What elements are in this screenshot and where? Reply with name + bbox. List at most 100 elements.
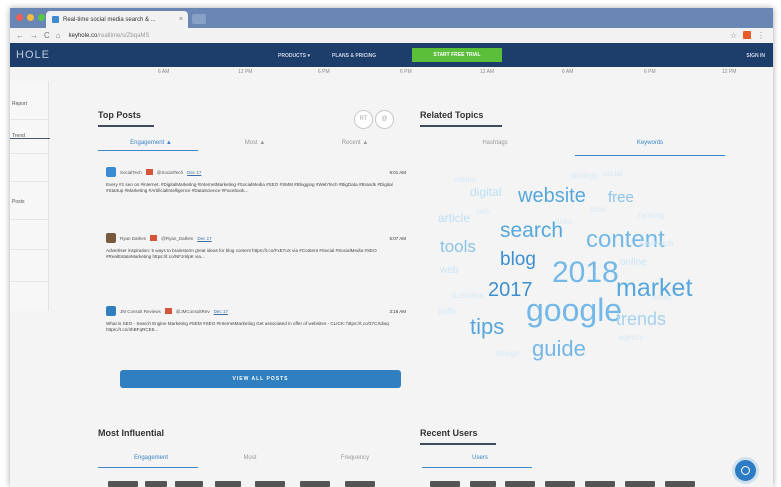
view-all-posts-button[interactable]: VIEW ALL POSTS [120,370,401,388]
user-avatar[interactable] [665,481,695,487]
start-free-trial-button[interactable]: START FREE TRIAL [412,48,502,62]
new-tab-button[interactable] [192,14,206,24]
user-avatar[interactable] [505,481,535,487]
timeline-tick: 6 PM [318,69,330,75]
site-logo[interactable]: HOLE [16,49,50,61]
keyword-trends[interactable]: trends [616,310,666,328]
user-avatar[interactable] [470,481,496,487]
tab-engagement-influential[interactable]: Engagement [106,455,196,461]
most-influential-title: Most Influential [98,428,164,438]
url-field[interactable]: keyhole.co/realtime/s/ZbqaMS [69,33,150,39]
keyword-seo[interactable]: seo [476,208,489,216]
close-tab-icon[interactable]: × [179,16,183,23]
keyword-keywords[interactable]: keywords [640,240,674,248]
keyword-local[interactable]: local [590,206,606,214]
timeline-tick: 6 PM [400,69,412,75]
keyword-links[interactable]: links [556,218,572,226]
keyword-blog[interactable]: blog [500,250,536,269]
tab-hashtags[interactable]: Hashtags [440,140,550,146]
reload-icon[interactable]: C [44,31,50,40]
avatar [106,306,116,316]
user-avatar[interactable] [585,481,615,487]
influencer-avatar[interactable] [108,481,138,487]
post-date-link[interactable]: Dec 17 [214,309,228,314]
tab-most-influential[interactable]: Most [210,455,290,461]
post-author[interactable]: JM Consult Reviews [120,309,161,314]
extension-icon[interactable] [743,31,751,39]
forward-icon[interactable]: → [30,31,38,40]
keyword-web[interactable]: web [440,266,458,276]
sidebar-divider [10,181,48,182]
close-window-icon[interactable] [16,14,23,21]
influencer-avatar[interactable] [215,481,241,487]
post-time: 9:01 AM [389,169,406,175]
keyword-strategy[interactable]: strategy [570,172,598,180]
tab-keywords[interactable]: Keywords [580,140,720,146]
keyword-agency[interactable]: agency [618,334,644,342]
post-author[interactable]: Ryan Dathen [120,236,146,241]
keyword-media[interactable]: media [454,176,476,184]
browser-menu-icon[interactable]: ⋮ [757,31,765,40]
nav-plans-pricing[interactable]: PLANS & PRICING [332,53,376,59]
tab-recent[interactable]: Recent ▲ [310,140,400,146]
chat-icon [741,466,750,475]
post-author[interactable]: SocialTech [120,170,142,175]
influencer-avatar[interactable] [345,481,375,487]
influencer-avatar[interactable] [145,481,167,487]
keyword-social[interactable]: social [602,170,622,178]
tab-users[interactable]: Users [430,455,530,461]
user-avatar[interactable] [545,481,575,487]
timeline-axis: 6 AM 12 PM 6 PM 6 PM 12 AM 6 AM 6 PM 12 … [50,67,770,81]
sidebar-divider [10,281,48,282]
keyword-tools[interactable]: tools [440,238,476,255]
keyword-traffic[interactable]: traffic [438,308,457,316]
back-icon[interactable]: ← [16,31,24,40]
home-icon[interactable]: ⌂ [56,31,61,40]
retweet-filter-button[interactable]: RT [354,110,373,129]
left-sidebar: Report Trend Posts [10,81,49,311]
sign-in-link[interactable]: SIGN IN [746,53,765,59]
keyword-cloud: website free search content tools blog 2018 201… [430,158,740,378]
nav-products[interactable]: PRODUCTS ▾ [278,53,310,59]
influencer-avatar[interactable] [300,481,330,487]
chat-launcher-button[interactable] [732,457,759,484]
browser-tab[interactable]: Real-time social media search & ... × [46,11,188,28]
mention-filter-button[interactable]: @ [375,110,394,129]
keyword-google[interactable]: google [526,294,622,326]
post-item[interactable]: Ryan Dathen @Ryan_Dathen Dec 17 5:07 AM … [106,233,406,261]
keyword-business[interactable]: business [452,292,484,300]
post-item[interactable]: SocialTech @SocialTech Dec 17 9:01 AM Ev… [106,167,406,195]
sidebar-item[interactable]: Report [10,101,48,107]
post-handle: @SocialTech [156,169,184,175]
browser-tab-bar: Real-time social media search & ... × [10,8,773,28]
keyword-online[interactable]: online [620,258,647,268]
keyword-email[interactable]: email [652,294,671,302]
post-date-link[interactable]: Dec 17 [197,236,211,241]
keyword-design[interactable]: design [496,350,520,358]
influencer-avatar[interactable] [175,481,203,487]
user-avatar[interactable] [430,481,460,487]
tab-active-line [98,150,198,151]
sidebar-divider [10,249,48,250]
maximize-window-icon[interactable] [38,14,45,21]
keyword-guide[interactable]: guide [532,338,586,360]
sidebar-item[interactable]: Posts [10,199,48,205]
keyword-digital[interactable]: digital [470,186,501,198]
post-date-link[interactable]: Dec 17 [187,170,201,175]
post-item[interactable]: JM Consult Reviews @JMConsultRev Dec 17 … [106,306,406,334]
minimize-window-icon[interactable] [27,14,34,21]
influencer-avatar[interactable] [255,481,285,487]
bookmark-star-icon[interactable]: ☆ [730,31,737,40]
keyword-2018[interactable]: 2018 [552,258,619,288]
user-avatar[interactable] [625,481,655,487]
keyword-free[interactable]: free [608,190,634,205]
sidebar-divider [10,153,48,154]
tab-frequency[interactable]: Frequency [310,455,400,461]
keyword-article[interactable]: article [438,212,470,224]
keyword-website[interactable]: website [518,186,586,206]
keyword-tips[interactable]: tips [470,316,504,338]
keyword-search[interactable]: search [500,220,563,241]
tab-most[interactable]: Most ▲ [210,140,300,146]
keyword-ranking[interactable]: ranking [638,212,664,220]
tab-engagement[interactable]: Engagement ▲ [106,140,196,146]
